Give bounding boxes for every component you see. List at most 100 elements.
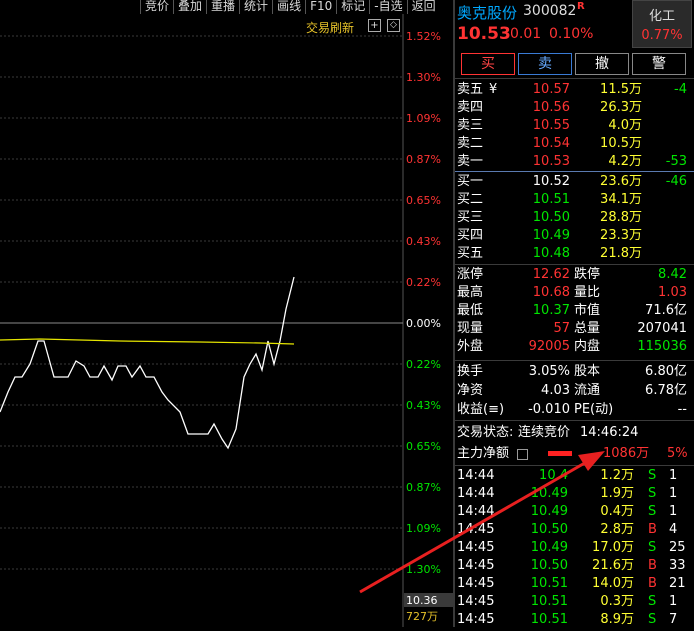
stat-value: 71.6亿: [645, 303, 687, 318]
main-flow-value: 1086万: [603, 446, 650, 461]
bid-label: 买五: [457, 246, 484, 261]
tick-count: 21: [669, 576, 686, 591]
stat-value: 207041: [637, 321, 687, 336]
ask-volume: 11.5万: [600, 82, 642, 97]
sector-box[interactable]: 化工 0.77%: [632, 0, 692, 48]
ask-volume: 4.2万: [608, 154, 642, 169]
tick-volume: 1.9万: [600, 486, 634, 501]
ask-label: 卖三: [457, 118, 484, 133]
toolbar-item[interactable]: 竞价: [140, 0, 173, 14]
sell-button[interactable]: 卖: [518, 53, 572, 75]
tick-volume: 8.9万: [600, 612, 634, 627]
expand-icon[interactable]: ◇: [387, 19, 400, 32]
ask-delta: -4: [674, 82, 687, 97]
bid-row[interactable]: 买一 10.52 23.6万 -46: [455, 173, 694, 191]
ask-price: 10.56: [532, 100, 570, 115]
toolbar-item[interactable]: -自选: [369, 0, 406, 14]
bid-row[interactable]: 买二 10.51 34.1万: [455, 191, 694, 209]
price-line: [0, 276, 295, 450]
stat-label: 最高: [457, 285, 484, 300]
buy-button[interactable]: 买: [461, 53, 515, 75]
tick-row[interactable]: 14:45 10.51 0.3万 S 1: [455, 593, 694, 611]
pct-label: 0.87%: [406, 153, 441, 166]
ask-row[interactable]: 卖一 10.53 4.2万 -53: [455, 153, 694, 171]
tick-row[interactable]: 14:45 10.50 2.8万 B 4: [455, 521, 694, 539]
stat-row: 现量 57 总量 207041: [455, 320, 694, 338]
stat-label: 外盘: [457, 339, 484, 354]
refresh-label[interactable]: 交易刷新: [306, 19, 354, 36]
tick-side: S: [648, 540, 657, 555]
pct-label: 1.52%: [406, 30, 441, 43]
tick-side: S: [648, 486, 657, 501]
bid-volume: 28.8万: [600, 210, 642, 225]
tick-row[interactable]: 14:45 10.51 14.0万 B 21: [455, 575, 694, 593]
ask-price: 10.57: [532, 82, 570, 97]
fund-label: 股本: [574, 364, 601, 379]
trade-status-value: 连续竞价: [518, 425, 571, 440]
tick-count: 33: [669, 558, 686, 573]
tick-row[interactable]: 14:44 10.49 0.4万 S 1: [455, 503, 694, 521]
pct-label: 0.65%: [406, 194, 441, 207]
tick-price: 10.50: [530, 522, 568, 537]
bid-row[interactable]: 买三 10.50 28.8万: [455, 209, 694, 227]
tick-time: 14:45: [457, 522, 495, 537]
pct-label: 0.43%: [406, 235, 441, 248]
bid-price: 10.50: [532, 210, 570, 225]
stat-label: 跌停: [574, 267, 601, 282]
bottom-price: 10.36: [406, 594, 438, 607]
intraday-chart[interactable]: 1.52% 1.30% 1.09% 0.87% 0.65% 0.43% 0.22% 0.00%…: [0, 14, 454, 627]
bid-row[interactable]: 买五 10.48 21.8万: [455, 245, 694, 263]
list-icon[interactable]: [517, 449, 528, 460]
ask-row[interactable]: 卖二 10.54 10.5万: [455, 135, 694, 153]
pct-label: 0.00%: [406, 317, 441, 330]
plus-box-icon[interactable]: +: [368, 19, 381, 32]
tick-row[interactable]: 14:45 10.49 17.0万 S 25: [455, 539, 694, 557]
fund-value: 6.80亿: [645, 364, 687, 379]
tick-row[interactable]: 14:45 10.50 21.6万 B 33: [455, 557, 694, 575]
stat-label: 最低: [457, 303, 484, 318]
tick-volume: 17.0万: [592, 540, 634, 555]
tick-side: S: [648, 504, 657, 519]
stat-row: 外盘 92005 内盘 115036: [455, 338, 694, 356]
toolbar-item[interactable]: 画线: [272, 0, 305, 14]
pct-label: 1.09%: [406, 112, 441, 125]
alert-button[interactable]: 警: [632, 53, 686, 75]
tick-time: 14:45: [457, 540, 495, 555]
toolbar-item[interactable]: 返回: [406, 0, 440, 14]
main-flow-label: 主力净额: [457, 446, 510, 461]
tick-price: 10.51: [530, 576, 568, 591]
tick-volume: 0.4万: [600, 504, 634, 519]
tick-row[interactable]: 14:45 10.51 8.9万 S 7: [455, 611, 694, 629]
toolbar-item[interactable]: 叠加: [173, 0, 206, 14]
tick-row[interactable]: 14:44 10.4 1.2万 S 1: [455, 467, 694, 485]
ask-volume: 4.0万: [608, 118, 642, 133]
ask-row[interactable]: 卖三 10.55 4.0万: [455, 117, 694, 135]
tick-row[interactable]: 14:44 10.49 1.9万 S 1: [455, 485, 694, 503]
stat-label: 量比: [574, 285, 601, 300]
fund-row: 换手 3.05% 股本 6.80亿: [455, 363, 694, 381]
bid-row[interactable]: 买四 10.49 23.3万: [455, 227, 694, 245]
stat-label: 内盘: [574, 339, 601, 354]
tick-side: B: [648, 558, 657, 573]
ask-volume: 26.3万: [600, 100, 642, 115]
chart-toolbar: 竞价 叠加 重播 统计 画线 F10 标记 -自选 返回: [140, 0, 440, 14]
ask-row[interactable]: 卖五 ¥10.57 11.5万 -4: [455, 81, 694, 99]
tick-time: 14:45: [457, 558, 495, 573]
toolbar-item[interactable]: 标记: [336, 0, 369, 14]
pct-label: 1.30%: [406, 563, 441, 576]
bid-price: 10.51: [532, 192, 570, 207]
bid-label: 买四: [457, 228, 484, 243]
toolbar-item[interactable]: F10: [305, 0, 336, 14]
fund-row: 收益(≡) -0.010 PE(动) --: [455, 401, 694, 419]
main-flow-pct: 5%: [667, 446, 688, 461]
toolbar-item[interactable]: 重播: [206, 0, 239, 14]
bid-volume: 23.6万: [600, 174, 642, 189]
cancel-button[interactable]: 撤: [575, 53, 629, 75]
pct-label: 0.22%: [406, 276, 441, 289]
toolbar-item[interactable]: 统计: [239, 0, 272, 14]
tick-time: 14:44: [457, 486, 495, 501]
ask-row[interactable]: 卖四 10.56 26.3万: [455, 99, 694, 117]
bottom-volume: 727万: [406, 610, 438, 623]
tick-price: 10.51: [530, 594, 568, 609]
trade-status-time: 14:46:24: [580, 425, 639, 440]
